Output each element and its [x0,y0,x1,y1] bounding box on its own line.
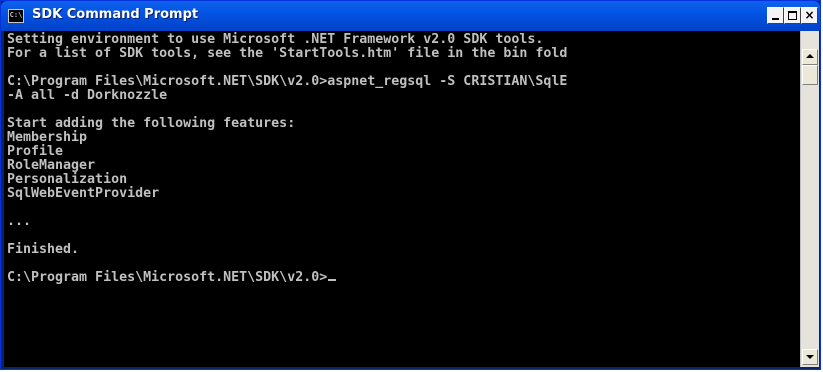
console-line: Finished. [7,242,80,257]
console-output-area[interactable]: Setting environment to use Microsoft .NE… [4,31,800,367]
minimize-button[interactable] [767,7,784,24]
scroll-down-button[interactable] [802,349,818,365]
close-icon: × [804,8,815,22]
maximize-button[interactable] [784,7,801,24]
console-line: For a list of SDK tools, see the 'StartT… [7,46,568,61]
maximize-icon [788,11,797,20]
console-line: Start adding the following features: [7,116,296,131]
console-line: C:\Program Files\Microsoft.NET\SDK\v2.0>… [7,74,568,89]
console-line: -A all -d Dorknozzle [7,88,168,103]
prompt-line: C:\Program Files\Microsoft.NET\SDK\v2.0> [7,270,328,285]
console-line: SqlWebEventProvider [7,186,160,201]
window-title: SDK Command Prompt [32,7,199,22]
console-text: Setting environment to use Microsoft .NE… [4,31,800,285]
console-line: ... [7,214,32,229]
minimize-icon [772,18,779,20]
close-button[interactable]: × [801,7,818,24]
console-line: RoleManager [7,158,96,173]
vertical-scrollbar[interactable] [800,31,819,367]
console-line: Setting environment to use Microsoft .NE… [7,32,544,47]
console-line: Personalization [7,172,128,187]
scroll-thumb[interactable] [802,65,818,85]
console-line: Profile [7,144,64,159]
console-window: C:\ SDK Command Prompt × Setting environ… [0,0,821,370]
scroll-up-arrow-icon [806,54,814,58]
scroll-up-button[interactable] [802,49,818,65]
text-cursor [328,279,337,281]
console-app-icon[interactable]: C:\ [8,9,24,23]
console-line: Membership [7,130,88,145]
title-bar[interactable]: C:\ SDK Command Prompt × [1,1,820,31]
scroll-down-arrow-icon [806,355,814,359]
